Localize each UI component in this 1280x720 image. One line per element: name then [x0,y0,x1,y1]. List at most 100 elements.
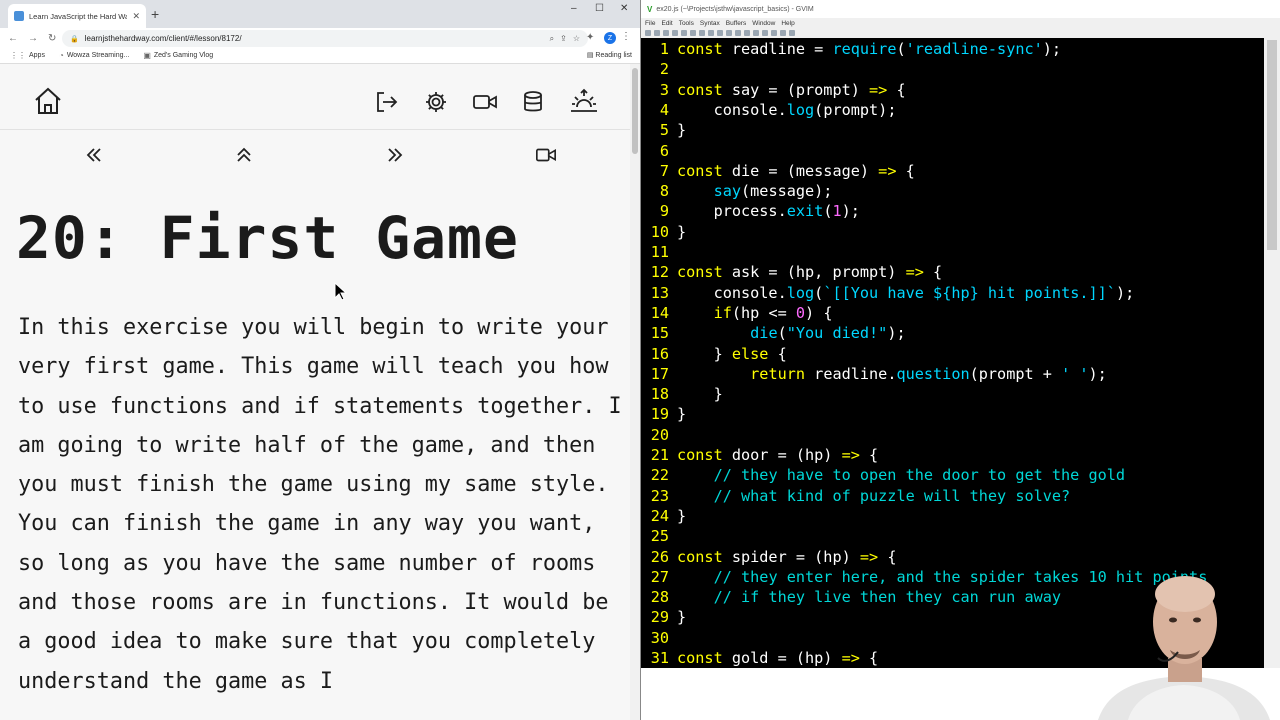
forward-icon[interactable]: → [28,33,38,44]
code-line[interactable]: 11 [641,242,1264,262]
bookmark-gaming-vlog[interactable]: ▣ Zed's Gaming Vlog [143,51,213,60]
bookmark-star-icon[interactable]: ☆ [573,34,580,43]
profile-avatar[interactable]: Z [604,32,616,44]
bookmark-apps[interactable]: ⋮⋮ Apps [10,51,45,60]
code-line[interactable]: 3 const say = (prompt) => { [641,80,1264,100]
code-line[interactable]: 6 [641,141,1264,161]
line-number: 21 [650,446,669,464]
toolbar-icon[interactable] [708,30,714,36]
scrollbar-thumb[interactable] [632,68,638,154]
code-text: } else { [677,344,787,363]
lesson-index-icon[interactable] [233,144,255,166]
gvim-menu-syntax[interactable]: Syntax [700,20,720,27]
toolbar-icon[interactable] [672,30,678,36]
toolbar-icon[interactable] [681,30,687,36]
gvim-menu-file[interactable]: File [645,20,655,27]
line-number: 13 [650,283,669,302]
back-icon[interactable]: ← [8,33,18,44]
minimize-icon[interactable]: – [571,3,577,14]
toolbar-icon[interactable] [699,30,705,36]
code-line[interactable]: 25 [641,526,1264,546]
next-lesson-icon[interactable] [384,144,406,166]
code-line[interactable]: 9 process.exit(1); [641,201,1264,221]
gvim-menu-help[interactable]: Help [781,20,794,27]
editor-scrollbar-thumb[interactable] [1267,40,1277,250]
close-window-icon[interactable]: ✕ [620,3,628,14]
code-line[interactable]: 5} [641,120,1264,140]
browser-tab[interactable]: Learn JavaScript the Hard Way ✕ [8,4,146,28]
code-text: const die = (message) => { [677,161,915,180]
gvim-menu-window[interactable]: Window [752,20,775,27]
code-line[interactable]: 7 const die = (message) => { [641,161,1264,181]
code-line[interactable]: 13 console.log(`[[You have ${hp} hit poi… [641,283,1264,303]
gvim-menu-tools[interactable]: Tools [679,20,694,27]
code-line[interactable]: 8 say(message); [641,181,1264,201]
sunrise-icon[interactable] [569,86,599,116]
line-number: 9 [659,202,669,221]
toolbar-icon[interactable] [762,30,768,36]
code-line[interactable]: 18 } [641,384,1264,404]
code-text: say(message); [713,182,833,201]
toolbar-icon[interactable] [690,30,696,36]
code-text: if(hp <= 0) { [713,303,833,322]
page-scrollbar[interactable] [630,64,640,720]
code-text: die("You died!"); [750,324,906,343]
code-line[interactable]: 19} [641,404,1264,424]
code-line[interactable]: 20 [641,425,1264,445]
line-number: 18 [650,385,669,404]
lesson-title: 20: First Game [16,204,519,272]
toolbar-icon[interactable] [771,30,777,36]
extensions-icon[interactable]: ✦ [586,32,594,43]
reload-icon[interactable]: ↻ [48,33,56,44]
previous-lesson-icon[interactable] [83,144,105,166]
toolbar-icon[interactable] [744,30,750,36]
tab-title: Learn JavaScript the Hard Way [29,11,128,21]
gvim-menu-buffers[interactable]: Buffers [726,20,746,27]
code-line[interactable]: 17 return readline.question(prompt + ' '… [641,364,1264,384]
line-number: 4 [659,100,669,119]
gear-icon[interactable] [424,90,448,114]
browser-menu-icon[interactable]: ⋮ [621,31,631,42]
code-line[interactable]: 12 const ask = (hp, prompt) => { [641,262,1264,282]
code-line[interactable]: 16 } else { [641,344,1264,364]
code-line[interactable]: 23 // what kind of puzzle will they solv… [641,486,1264,506]
lesson-video-icon[interactable] [535,144,557,166]
toolbar-icon[interactable] [645,30,651,36]
logout-icon[interactable] [375,90,399,114]
home-icon[interactable] [33,86,63,116]
reading-list[interactable]: ▤ Reading list [587,51,632,59]
new-tab-icon[interactable]: + [151,6,159,22]
toolbar-icon[interactable] [717,30,723,36]
address-bar[interactable]: 🔒 learnjsthehardway.com/client/#/lesson/… [62,30,588,47]
code-text: // they have to open the door to get the… [713,466,1126,485]
zoom-icon[interactable]: ⌕ [550,34,554,44]
share-icon[interactable]: ⇪ [560,34,567,43]
toolbar-icon[interactable] [780,30,786,36]
line-number: 7 [659,161,669,180]
toolbar-icon[interactable] [663,30,669,36]
toolbar-icon[interactable] [789,30,795,36]
code-line[interactable]: 15 die("You died!"); [641,323,1264,343]
toolbar-icon[interactable] [654,30,660,36]
toolbar-icon[interactable] [753,30,759,36]
database-icon[interactable] [522,90,544,114]
tab-close-icon[interactable]: ✕ [132,11,140,22]
code-line[interactable]: 21 const door = (hp) => { [641,445,1264,465]
code-line[interactable]: 2 [641,59,1264,79]
maximize-icon[interactable]: ☐ [595,3,604,14]
code-line[interactable]: 10} [641,222,1264,242]
line-number: 24 [650,506,669,525]
code-text: } [677,405,687,424]
video-camera-icon[interactable] [472,91,498,113]
bookmark-wowza[interactable]: ◔ Wowza Streaming... [59,51,129,60]
code-text: console.log(prompt); [677,100,897,119]
code-line[interactable]: 22 // they have to open the door to get … [641,465,1264,485]
gvim-menu-edit[interactable]: Edit [661,20,672,27]
toolbar-icon[interactable] [726,30,732,36]
code-line[interactable]: 4 console.log(prompt); [641,100,1264,120]
code-line[interactable]: 24} [641,506,1264,526]
code-line[interactable]: 1 const readline = require('readline-sync… [641,39,1264,59]
code-line[interactable]: 14 if(hp <= 0) { [641,303,1264,323]
toolbar-icon[interactable] [735,30,741,36]
line-number: 1 [659,40,669,58]
